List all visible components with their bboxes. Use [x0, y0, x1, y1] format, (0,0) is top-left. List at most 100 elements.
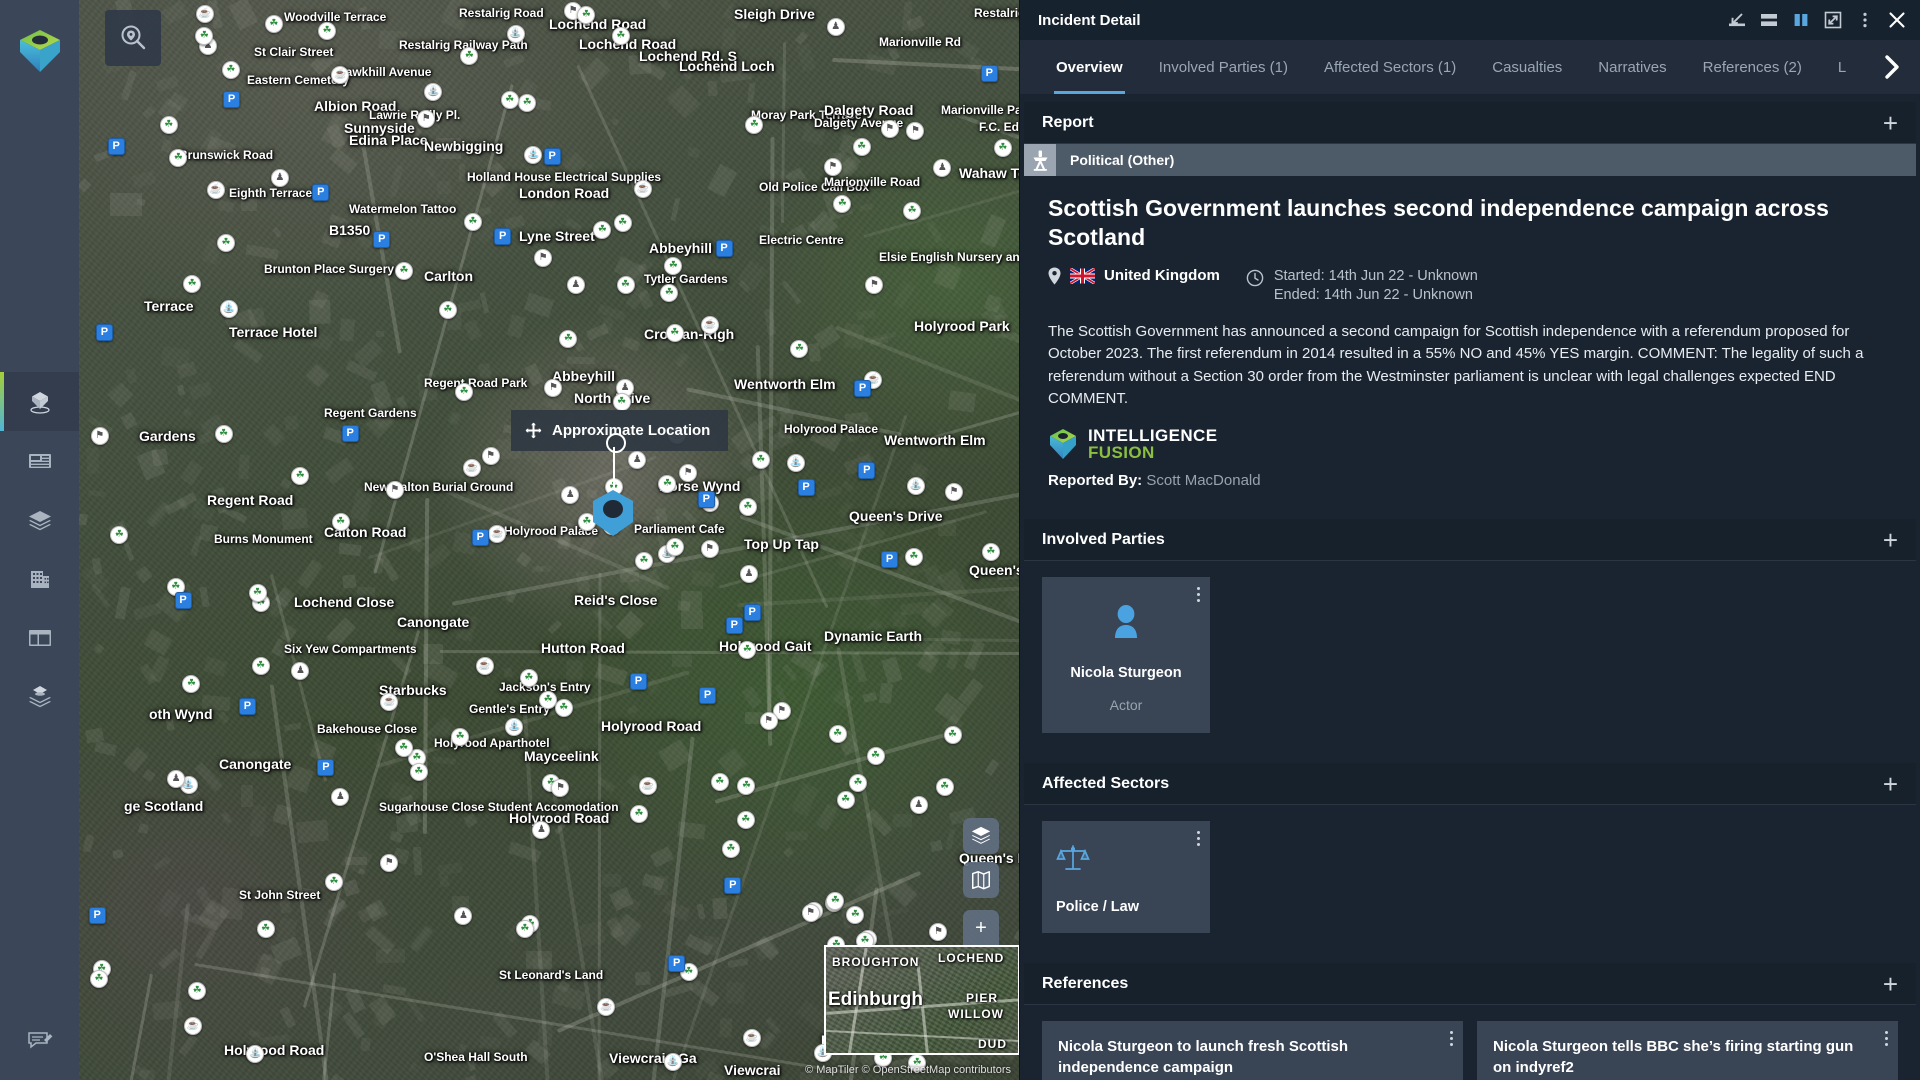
- map-poi-marker[interactable]: ☘: [519, 669, 538, 688]
- tab-involved-parties-1[interactable]: Involved Parties (1): [1141, 40, 1306, 94]
- sidebar-item-feedback[interactable]: [27, 1026, 53, 1052]
- map-poi-marker[interactable]: ⚑: [679, 463, 698, 482]
- tab-narratives[interactable]: Narratives: [1580, 40, 1684, 94]
- map-parking-marker[interactable]: P: [743, 604, 761, 622]
- tab-references-2[interactable]: References (2): [1685, 40, 1820, 94]
- map-poi-marker[interactable]: ☘: [331, 513, 350, 532]
- map-poi-marker[interactable]: ♟: [826, 17, 845, 36]
- map-poi-marker[interactable]: ⛲: [424, 82, 443, 101]
- map-parking-marker[interactable]: P: [697, 490, 715, 508]
- map-poi-marker[interactable]: ☘: [460, 46, 479, 65]
- map-poi-marker[interactable]: ☘: [518, 93, 537, 112]
- map-poi-marker[interactable]: ☘: [616, 275, 635, 294]
- map-poi-marker[interactable]: ☘: [866, 746, 885, 765]
- map-view[interactable]: Woodville Terrace Restalrig Road Lochend R…: [79, 0, 1019, 1080]
- map-parking-marker[interactable]: P: [724, 876, 742, 894]
- map-poi-marker[interactable]: ⚑: [865, 275, 884, 294]
- map-poi-marker[interactable]: ⚑: [801, 904, 820, 923]
- map-poi-marker[interactable]: ☘: [836, 790, 855, 809]
- map-parking-marker[interactable]: P: [494, 228, 512, 246]
- map-parking-marker[interactable]: P: [854, 380, 871, 398]
- app-logo[interactable]: [18, 26, 62, 76]
- map-parking-marker[interactable]: P: [725, 616, 743, 634]
- map-parking-marker[interactable]: P: [95, 323, 113, 341]
- map-parking-marker[interactable]: P: [881, 550, 899, 568]
- map-poi-marker[interactable]: ⚑: [481, 446, 500, 465]
- map-poi-marker[interactable]: ⚑: [759, 712, 778, 731]
- map-poi-marker[interactable]: ☘: [216, 234, 235, 253]
- map-poi-marker[interactable]: ☘: [318, 21, 337, 40]
- sidebar-item-news-feed[interactable]: [0, 431, 79, 490]
- split-horizontal-button[interactable]: [1760, 11, 1778, 29]
- map-poi-marker[interactable]: ☘: [935, 777, 954, 796]
- map-poi-marker[interactable]: ☕: [183, 1017, 202, 1035]
- map-parking-marker[interactable]: P: [174, 592, 192, 610]
- map-poi-marker[interactable]: ☘: [214, 425, 233, 444]
- map-poi-marker[interactable]: ☘: [738, 497, 757, 516]
- panel-tabs[interactable]: Overview Involved Parties (1) Affected Sec…: [1020, 40, 1920, 94]
- add-reference-button[interactable]: +: [1883, 971, 1898, 997]
- affected-sector-tile[interactable]: Police / Law: [1042, 821, 1210, 934]
- add-involved-party-button[interactable]: +: [1883, 527, 1898, 553]
- map-poi-marker[interactable]: ☘: [248, 584, 267, 603]
- map-poi-marker[interactable]: ☘: [264, 14, 283, 33]
- map-parking-marker[interactable]: P: [980, 64, 998, 82]
- affected-sector-menu-button[interactable]: [1197, 831, 1200, 847]
- sidebar-item-organisations[interactable]: [0, 549, 79, 608]
- map-poi-marker[interactable]: ⛲: [906, 477, 925, 496]
- map-poi-marker[interactable]: ☘: [826, 891, 845, 910]
- map-search-button[interactable]: [105, 10, 161, 66]
- map-poi-marker[interactable]: ☘: [394, 739, 413, 758]
- map-parking-marker[interactable]: P: [699, 687, 717, 705]
- dock-bottom-left-button[interactable]: [1728, 11, 1746, 29]
- map-poi-marker[interactable]: ☘: [634, 551, 653, 570]
- map-poi-marker[interactable]: ⛲: [506, 24, 525, 43]
- map-poi-marker[interactable]: ☘: [409, 762, 428, 781]
- map-parking-marker[interactable]: P: [629, 672, 647, 690]
- reference-card[interactable]: Nicola Sturgeon to launch fresh Scottish…: [1042, 1021, 1463, 1080]
- map-poi-marker[interactable]: ⚑: [380, 853, 399, 872]
- tab-casualties[interactable]: Casualties: [1474, 40, 1580, 94]
- map-poi-marker[interactable]: ♟: [454, 906, 473, 925]
- close-button[interactable]: [1888, 11, 1906, 29]
- map-poi-marker[interactable]: ☘: [463, 212, 482, 231]
- map-poi-marker[interactable]: ☕: [633, 179, 652, 198]
- zoom-in-button[interactable]: +: [963, 910, 999, 946]
- map-poi-marker[interactable]: ☘: [833, 194, 852, 213]
- map-poi-marker[interactable]: ☘: [710, 772, 729, 791]
- map-poi-marker[interactable]: ⚑: [700, 540, 719, 559]
- map-parking-marker[interactable]: P: [312, 183, 330, 201]
- split-vertical-button[interactable]: [1792, 11, 1810, 29]
- map-poi-marker[interactable]: ☘: [89, 970, 108, 989]
- map-parking-marker[interactable]: P: [238, 698, 256, 716]
- map-parking-marker[interactable]: P: [107, 138, 125, 156]
- involved-party-tile[interactable]: Nicola Sturgeon Actor: [1042, 577, 1210, 734]
- map-poi-marker[interactable]: ☘: [612, 392, 631, 411]
- map-poi-marker[interactable]: ⚑: [90, 427, 109, 446]
- map-poi-marker[interactable]: ☘: [554, 698, 573, 717]
- map-poi-marker[interactable]: ☘: [943, 726, 962, 745]
- map-poi-marker[interactable]: ☕: [206, 180, 225, 199]
- map-poi-marker[interactable]: ⚑: [823, 158, 842, 177]
- map-parking-marker[interactable]: P: [715, 239, 733, 257]
- involved-party-menu-button[interactable]: [1197, 587, 1200, 603]
- map-parking-marker[interactable]: P: [88, 906, 106, 924]
- map-poi-marker[interactable]: ☘: [515, 920, 534, 939]
- map-poi-marker[interactable]: ☘: [455, 382, 474, 401]
- map-poi-marker[interactable]: ☘: [291, 466, 310, 485]
- map-parking-marker[interactable]: P: [317, 759, 335, 777]
- tab-l[interactable]: L: [1820, 40, 1846, 94]
- map-parking-marker[interactable]: P: [223, 90, 241, 108]
- map-layers-button[interactable]: [963, 818, 999, 854]
- sidebar-item-map-layers[interactable]: [0, 667, 79, 726]
- map-poi-marker[interactable]: ♟: [628, 450, 647, 469]
- map-poi-marker[interactable]: ☘: [852, 137, 871, 156]
- map-poi-marker[interactable]: ⚑: [534, 248, 553, 267]
- map-poi-marker[interactable]: ⚑: [417, 109, 436, 128]
- reference-menu-button[interactable]: [1885, 1031, 1888, 1047]
- sidebar-item-dashboard[interactable]: [0, 608, 79, 667]
- map-poi-marker[interactable]: ☕: [700, 316, 719, 335]
- map-basemap-button[interactable]: [963, 862, 999, 898]
- map-poi-marker[interactable]: ☘: [751, 451, 770, 470]
- map-poi-marker[interactable]: ☕: [463, 458, 482, 477]
